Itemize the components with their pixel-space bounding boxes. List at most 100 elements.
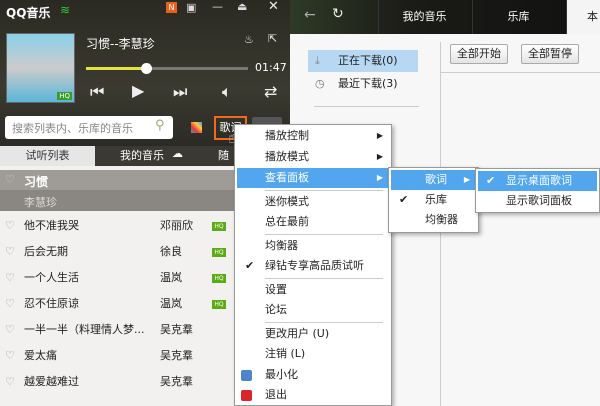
heart-icon[interactable]: ♡	[5, 291, 15, 317]
playlist: ♡ 习惯 李慧珍 ♡ 他不准我哭 邓丽欣 HQ ♡ 后会无期 徐良 HQ ♡ 一个人生活 温岚 HQ ♡…	[0, 166, 235, 406]
search-icon[interactable]: ⚲	[155, 118, 165, 133]
song-artist: 吴克羣	[160, 349, 193, 362]
album-hq-badge: HQ	[57, 92, 72, 100]
label: 播放模式	[265, 150, 309, 163]
wifi-icon[interactable]: ≋	[60, 3, 70, 17]
playlist-row[interactable]: ♡ 爱太痛 吴克羣	[0, 343, 233, 369]
previous-icon[interactable]: ⏮	[90, 82, 104, 102]
heart-icon[interactable]: ♡	[5, 343, 15, 369]
menu-forum[interactable]: 论坛	[237, 300, 389, 320]
submenu-arrow-icon: ▶	[376, 131, 383, 140]
menu-show-desktop-lyrics[interactable]: ✔ 显示桌面歌词	[478, 171, 597, 191]
minimize-icon[interactable]: —	[212, 0, 223, 13]
popout-icon[interactable]: ⇱	[268, 32, 277, 45]
menu-hq-trial[interactable]: ✔ 绿钻专享高品质试听	[237, 256, 389, 276]
menu-show-lyrics-panel[interactable]: 显示歌词面板	[478, 191, 597, 211]
label: 乐库	[425, 193, 447, 206]
tab-local[interactable]: 本	[566, 0, 600, 34]
search-input[interactable]: 搜索列表内、乐库的音乐 ⚲	[5, 116, 173, 139]
minimize-icon	[241, 370, 252, 381]
close-icon[interactable]: ✕	[268, 0, 279, 14]
menu-minimize[interactable]: 最小化	[237, 365, 389, 385]
song-artist: 吴克羣	[160, 323, 193, 336]
progress-bar[interactable]	[86, 63, 248, 74]
song-title: 后会无期	[24, 245, 68, 258]
menu-change-user[interactable]: 更改用户 (U)	[237, 324, 389, 344]
check-icon: ✔	[245, 259, 255, 272]
nav-recent-label: 最近下载(3)	[338, 77, 398, 90]
song-title: 忍不住原谅	[24, 297, 79, 310]
menu-play-control[interactable]: 播放控制 ▶	[237, 126, 389, 146]
search-placeholder: 搜索列表内、乐库的音乐	[12, 122, 133, 135]
lyrics-submenu: ✔ 显示桌面歌词 显示歌词面板	[475, 168, 600, 213]
start-all-button[interactable]: 全部开始	[450, 44, 508, 64]
heart-icon[interactable]: ♡	[5, 265, 15, 291]
skin-icon[interactable]: ▣	[186, 1, 196, 14]
color-skin-icon[interactable]	[191, 122, 202, 133]
label: 显示桌面歌词	[506, 174, 572, 187]
playlist-row[interactable]: ♡ 越爱越难过 吴克羣	[0, 369, 233, 395]
submenu-arrow-icon: ▶	[376, 173, 383, 182]
song-title: 他不准我哭	[24, 219, 79, 232]
nav-downloading-label: 正在下载(0)	[338, 54, 398, 67]
submenu-lyrics[interactable]: 歌词 ▶	[391, 170, 476, 190]
context-menu: 播放控制 ▶ 播放模式 ▶ 查看面板 ▶ 迷你模式 总在最前 均衡器 ✔ 绿钻专享高品质…	[234, 124, 392, 406]
song-artist: 邓丽欣	[160, 219, 193, 232]
tab-random[interactable]: 随	[218, 146, 229, 166]
album-cover[interactable]: HQ	[6, 33, 75, 103]
menu-settings[interactable]: 设置	[237, 280, 389, 300]
song-title: 越爱越难过	[24, 375, 79, 388]
mini-mode-icon[interactable]: ⏏	[237, 0, 247, 13]
menu-play-mode[interactable]: 播放模式 ▶	[237, 147, 389, 167]
song-artist: 温岚	[160, 297, 182, 310]
menu-separator	[265, 190, 383, 191]
playlist-row[interactable]: ♡ 忍不住原谅 温岚 HQ	[0, 291, 233, 317]
heart-icon[interactable]: ♡	[5, 213, 15, 239]
refresh-icon[interactable]: ↻	[332, 6, 344, 22]
nav-divider	[314, 106, 419, 107]
current-title: 习惯	[24, 175, 49, 189]
playlist-row[interactable]: ♡ 他不准我哭 邓丽欣 HQ	[0, 213, 233, 239]
notification-badge[interactable]: N	[166, 2, 177, 13]
menu-equalizer[interactable]: 均衡器	[237, 236, 389, 256]
current-artist: 李慧珍	[24, 196, 57, 209]
submenu-equalizer[interactable]: 均衡器	[391, 210, 476, 230]
pause-all-button[interactable]: 全部暂停	[521, 44, 579, 64]
share-icon[interactable]: ♨	[244, 33, 254, 46]
menu-mini-mode[interactable]: 迷你模式	[237, 192, 389, 212]
nav-recent-downloads[interactable]: ◷ 最近下载(3)	[308, 73, 418, 95]
nav-downloading[interactable]: ⤓ 正在下载(0)	[308, 50, 418, 72]
song-artist: 吴克羣	[160, 375, 193, 388]
menu-view-panel[interactable]: 查看面板 ▶	[237, 168, 389, 188]
playlist-row[interactable]: ♡ 一半一半（料理情人梦... 吴克羣	[0, 317, 233, 343]
back-icon[interactable]: ←	[304, 7, 316, 23]
tab-my-music[interactable]: 我的音乐	[120, 146, 164, 166]
check-icon: ✔	[399, 193, 409, 206]
label: 绿钻专享高品质试听	[265, 259, 364, 272]
submenu-library[interactable]: ✔ 乐库	[391, 190, 476, 210]
current-track-row[interactable]: ♡ 习惯	[0, 170, 235, 190]
repeat-icon[interactable]: ⇄	[264, 82, 277, 101]
menu-separator	[265, 322, 383, 323]
play-icon[interactable]: ▶	[132, 81, 144, 100]
hq-badge: HQ	[212, 222, 226, 231]
playlist-row[interactable]: ♡ 后会无期 徐良 HQ	[0, 239, 233, 265]
heart-icon[interactable]: ♡	[5, 239, 15, 265]
progress-knob[interactable]	[140, 63, 152, 74]
submenu-arrow-icon: ▶	[463, 175, 470, 184]
heart-icon[interactable]: ♡	[5, 369, 15, 395]
heart-icon[interactable]: ♡	[5, 173, 15, 186]
tab-my-music-right[interactable]: 我的音乐	[378, 0, 470, 34]
menu-separator	[265, 234, 383, 235]
menu-exit[interactable]: 退出	[237, 385, 389, 405]
menu-always-on-top[interactable]: 总在最前	[237, 212, 389, 232]
next-icon[interactable]: ⏭	[173, 82, 187, 102]
app-title: QQ音乐	[6, 6, 51, 20]
playlist-row[interactable]: ♡ 一个人生活 温岚 HQ	[0, 265, 233, 291]
heart-icon[interactable]: ♡	[5, 317, 15, 343]
menu-logout[interactable]: 注销 (L)	[237, 344, 389, 364]
clock-icon: ◷	[315, 77, 325, 90]
tab-trial-list[interactable]: 试听列表	[0, 146, 95, 166]
tab-library[interactable]: 乐库	[472, 0, 564, 34]
volume-icon[interactable]: 🔈︎	[222, 82, 232, 102]
